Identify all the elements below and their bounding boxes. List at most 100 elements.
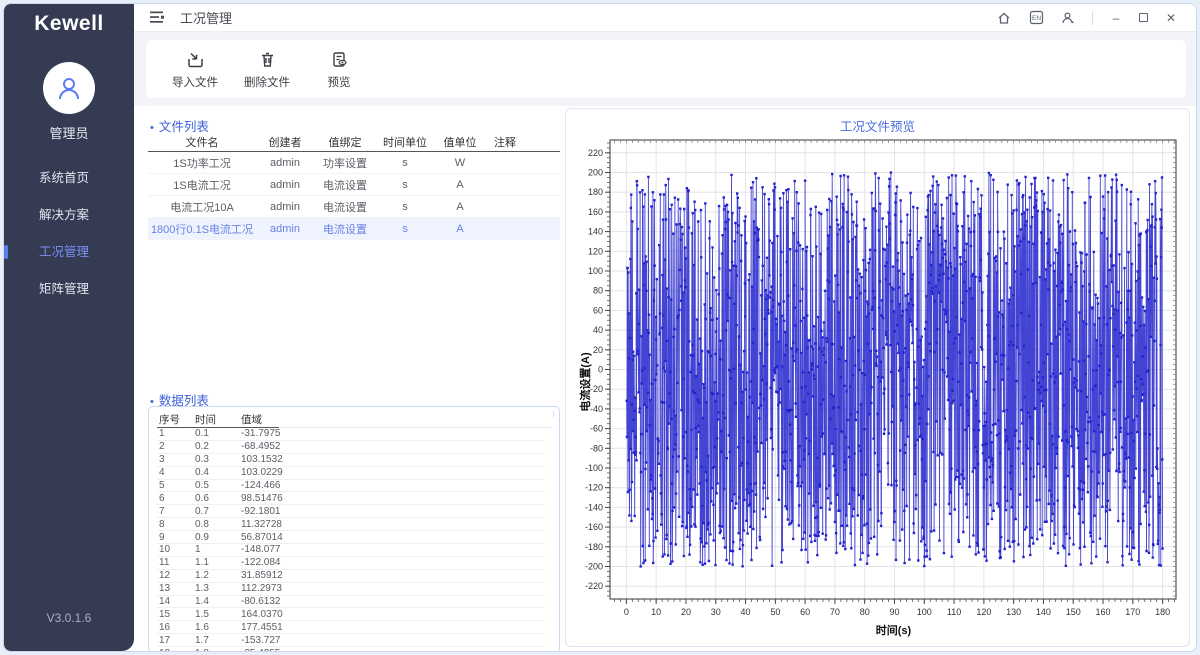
close-button[interactable]: ✕ [1164, 11, 1178, 25]
sidebar-item-2[interactable]: 工况管理 [4, 234, 134, 271]
data-cell: 14 [157, 596, 195, 607]
data-cell: 15 [157, 609, 195, 620]
data-cell: 18 [157, 648, 195, 652]
toolbar-button-0[interactable]: 导入文件 [166, 49, 224, 90]
data-cell: 1 [157, 428, 195, 439]
app-shell: Kewell 管理员 系统首页解决方案工况管理矩阵管理 V3.0.1.6 [3, 3, 1197, 652]
data-row[interactable]: 171.7-153.727 [157, 634, 545, 647]
data-col-header: 时间 [195, 412, 241, 427]
data-cell: 103.1532 [241, 454, 307, 465]
file-cell: 功率设置 [314, 155, 376, 171]
data-cell: 1.5 [195, 609, 241, 620]
data-cell: 1.4 [195, 596, 241, 607]
file-row[interactable]: 电流工况10Aadmin电流设置sA [148, 196, 560, 218]
maximize-button[interactable] [1139, 13, 1148, 22]
toolbar-button-2[interactable]: 预览 [310, 49, 368, 90]
data-row[interactable]: 111.1-122.084 [157, 557, 545, 570]
data-cell: 1.2 [195, 570, 241, 581]
sidebar-item-1[interactable]: 解决方案 [4, 197, 134, 234]
svg-text:-200: -200 [585, 561, 603, 571]
version-label: V3.0.1.6 [4, 611, 134, 625]
data-cell: 0.1 [195, 428, 241, 439]
svg-text:50: 50 [770, 607, 780, 617]
toolbar-strip: 导入文件 删除文件 预览 [134, 32, 1196, 106]
file-cell: 电流设置 [314, 199, 376, 215]
data-row[interactable]: 10.1-31.7975 [157, 428, 545, 441]
file-cell: s [376, 157, 434, 169]
data-cell: 1.8 [195, 648, 241, 652]
topbar: 工况管理 EN – ✕ [134, 4, 1196, 32]
file-row[interactable]: 1800行0.1S电流工况admin电流设置sA [148, 218, 560, 240]
file-row[interactable]: 1S电流工况admin电流设置sA [148, 174, 560, 196]
file-cell: A [434, 223, 486, 235]
data-row[interactable]: 161.6177.4551 [157, 621, 545, 634]
data-row[interactable]: 181.8-35.4355 [157, 647, 545, 652]
svg-text:-140: -140 [585, 502, 603, 512]
data-cell: 7 [157, 506, 195, 517]
data-cell: 0.6 [195, 493, 241, 504]
toolbar-button-1[interactable]: 删除文件 [238, 49, 296, 90]
svg-text:30: 30 [711, 607, 721, 617]
data-col-header: 序号 [157, 412, 195, 427]
svg-text:-80: -80 [590, 443, 603, 453]
data-row[interactable]: 50.5-124.466 [157, 480, 545, 493]
svg-text:-100: -100 [585, 463, 603, 473]
file-col-header: 值绑定 [314, 134, 376, 150]
file-cell: admin [256, 223, 314, 235]
data-row[interactable]: 40.4103.0229 [157, 467, 545, 480]
file-row[interactable]: 1S功率工况admin功率设置sW [148, 152, 560, 174]
svg-text:10: 10 [651, 607, 661, 617]
data-row[interactable]: 20.2-68.4952 [157, 441, 545, 454]
sidebar-item-0[interactable]: 系统首页 [4, 160, 134, 197]
file-cell: s [376, 179, 434, 191]
file-cell: 1S电流工况 [148, 177, 256, 193]
data-row[interactable]: 151.5164.0370 [157, 608, 545, 621]
svg-text:80: 80 [593, 286, 603, 296]
data-cell: 2 [157, 441, 195, 452]
data-row[interactable]: 131.3112.2973 [157, 583, 545, 596]
svg-text:90: 90 [889, 607, 899, 617]
data-row[interactable]: 121.231.85912 [157, 570, 545, 583]
svg-text:220: 220 [588, 148, 603, 158]
home-icon[interactable] [996, 10, 1012, 26]
file-cell: 1S功率工况 [148, 155, 256, 171]
file-col-header: 注释 [486, 134, 560, 150]
user-avatar[interactable] [43, 62, 95, 114]
data-row[interactable]: 30.3103.1532 [157, 454, 545, 467]
data-cell: 10 [157, 544, 195, 555]
chart-plot: 0102030405060708090100110120130140150160… [570, 135, 1185, 644]
file-cell: admin [256, 179, 314, 191]
menu-collapse-icon[interactable] [150, 11, 166, 24]
data-cell: 8 [157, 519, 195, 530]
x-axis-label: 时间(s) [610, 622, 1177, 638]
minimize-button[interactable]: – [1109, 11, 1123, 25]
data-row[interactable]: 80.811.32728 [157, 518, 545, 531]
toolbar-button-label: 删除文件 [244, 74, 290, 90]
svg-text:140: 140 [588, 227, 603, 237]
user-role-label: 管理员 [4, 123, 134, 142]
svg-text:140: 140 [1036, 607, 1051, 617]
svg-text:40: 40 [741, 607, 751, 617]
svg-text:170: 170 [1125, 607, 1140, 617]
toolbar-button-label: 导入文件 [172, 74, 218, 90]
data-cell: 11.32728 [241, 519, 307, 530]
toolbar-button-label: 预览 [328, 74, 351, 90]
data-row[interactable]: 90.956.87014 [157, 531, 545, 544]
file-cell: W [434, 157, 486, 169]
data-row[interactable]: 70.7-92.1801 [157, 505, 545, 518]
data-row[interactable]: 101-148.077 [157, 544, 545, 557]
data-cell: -92.1801 [241, 506, 307, 517]
account-icon[interactable] [1060, 10, 1076, 26]
data-row[interactable]: 60.698.51476 [157, 492, 545, 505]
language-icon[interactable]: EN [1028, 10, 1044, 26]
sidebar-item-3[interactable]: 矩阵管理 [4, 271, 134, 308]
person-icon [54, 73, 84, 103]
file-cell: A [434, 201, 486, 213]
sidebar: Kewell 管理员 系统首页解决方案工况管理矩阵管理 V3.0.1.6 [4, 4, 134, 651]
main-panel: •文件列表 文件名创建者值绑定时间单位值单位注释 1S功率工况admin功率设置… [134, 106, 1196, 651]
svg-text:120: 120 [976, 607, 991, 617]
svg-text:60: 60 [593, 305, 603, 315]
scrollbar-indicator[interactable]: ⁝ [552, 412, 555, 416]
data-cell: 0.2 [195, 441, 241, 452]
data-row[interactable]: 141.4-80.6132 [157, 596, 545, 609]
